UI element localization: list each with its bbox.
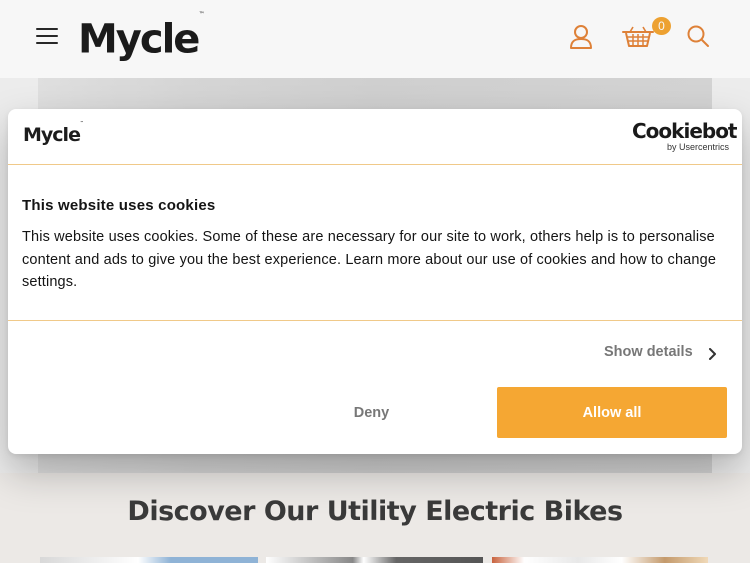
chevron-right-icon[interactable]: [708, 347, 718, 365]
deny-button[interactable]: Deny: [258, 387, 485, 438]
dialog-title: This website uses cookies: [22, 197, 216, 214]
product-thumbnail[interactable]: [492, 557, 708, 563]
dialog-description: This website uses cookies. Some of these…: [22, 229, 717, 290]
cookie-consent-dialog: Mycle™ Cookiebot by Usercentrics This we…: [8, 109, 742, 454]
section-title: Discover Our Utility Electric Bikes: [127, 496, 623, 527]
show-details-link[interactable]: Show details: [604, 344, 693, 360]
cookiebot-name: Cookiebot: [632, 119, 738, 143]
dialog-body: This website uses cookies This website u…: [8, 165, 742, 321]
allow-all-button[interactable]: Allow all: [497, 387, 727, 438]
product-thumbnail[interactable]: [40, 557, 258, 563]
cookiebot-logo[interactable]: Cookiebot by Usercentrics: [632, 119, 738, 152]
product-thumbnail[interactable]: [266, 557, 483, 563]
dialog-header: Mycle™ Cookiebot by Usercentrics: [8, 109, 742, 165]
dialog-logo: Mycle™: [23, 119, 84, 146]
cookiebot-byline: by Usercentrics: [666, 142, 729, 152]
